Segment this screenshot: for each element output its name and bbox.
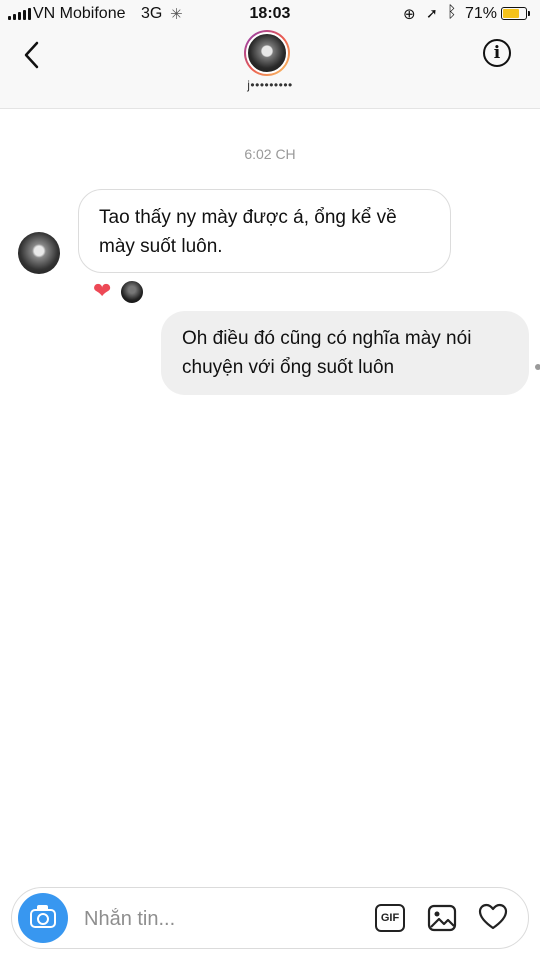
gallery-icon — [427, 904, 457, 932]
gif-icon: GIF — [380, 912, 400, 924]
contact-username[interactable]: j••••••••• — [0, 78, 540, 92]
rotation-lock-icon: ⊕ — [403, 6, 416, 23]
sent-message-bubble[interactable]: Oh điều đó cũng có nghĩa mày nói chuyện … — [161, 311, 529, 395]
camera-button[interactable] — [18, 893, 68, 943]
info-button[interactable]: i — [483, 39, 511, 67]
gif-button[interactable]: GIF — [375, 904, 405, 932]
like-button[interactable] — [477, 901, 509, 933]
reactor-avatar — [120, 280, 144, 304]
heart-icon: ❤ — [93, 278, 112, 303]
battery-level-fill — [503, 9, 519, 18]
signal-bars-icon — [8, 8, 31, 20]
heart-outline-icon — [478, 903, 508, 930]
back-chevron-icon — [24, 41, 39, 69]
contact-avatar[interactable] — [244, 30, 290, 76]
battery-tip — [528, 11, 530, 16]
carrier-name: VN Mobifone — [33, 5, 126, 22]
bluetooth-icon: ᛒ — [447, 4, 457, 21]
battery-icon — [501, 7, 527, 20]
sender-avatar[interactable] — [18, 232, 60, 274]
chat-header: j••••••••• i — [0, 30, 540, 109]
info-icon: i — [493, 43, 501, 63]
message-composer: GIF — [11, 887, 529, 949]
status-bar: VN Mobifone 3G ✳ 18:03 ⊕ ➚ ᛒ 71% — [0, 0, 540, 30]
location-arrow-icon: ➚ — [426, 5, 438, 21]
network-type: 3G — [141, 5, 163, 22]
loading-spinner-icon: ✳ — [170, 6, 183, 23]
message-input[interactable] — [82, 902, 366, 936]
message-reactions[interactable]: ❤ — [93, 279, 153, 305]
received-message-bubble[interactable]: Tao thấy ny mày được á, ổng kể về mày su… — [78, 189, 451, 273]
message-timestamp: 6:02 CH — [244, 146, 296, 162]
gallery-button[interactable] — [426, 902, 458, 934]
seen-indicator — [535, 364, 540, 370]
back-button[interactable] — [18, 38, 48, 72]
battery-percent: 71% — [465, 5, 498, 22]
